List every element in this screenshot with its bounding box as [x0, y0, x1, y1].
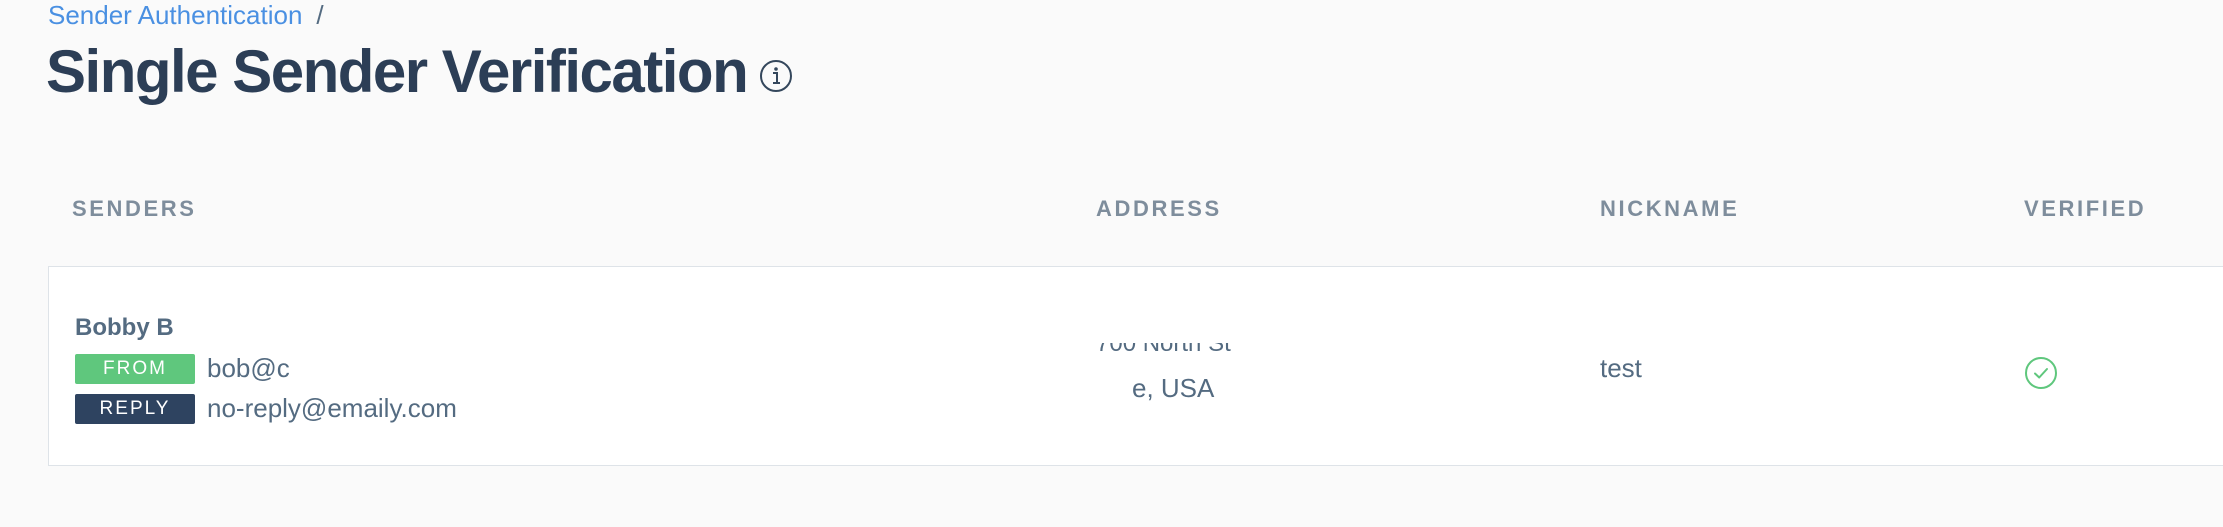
column-header-verified: VERIFIED [2024, 196, 2147, 221]
from-email-row: FROM bob@c [75, 353, 290, 384]
reply-badge: REPLY [75, 393, 195, 424]
column-header-nickname: NICKNAME [1600, 196, 1740, 221]
info-icon[interactable] [759, 59, 793, 93]
table-row[interactable]: Bobby B FROM bob@c REPLY no-reply@emaily… [48, 266, 2223, 466]
reply-email-row: REPLY no-reply@emaily.com [75, 393, 457, 424]
address-line-2: e, USA [1132, 373, 1215, 403]
column-header-senders: SENDERS [72, 196, 197, 221]
sender-name: Bobby B [75, 314, 174, 341]
from-email: bob@c [207, 353, 290, 383]
page-header: Single Sender Verification [46, 36, 793, 108]
check-circle-icon [2024, 356, 2058, 390]
table-header: SENDERS ADDRESS NICKNAME VERIFIED [0, 196, 2223, 226]
breadcrumb-link-sender-authentication[interactable]: Sender Authentication [48, 0, 302, 30]
page-title: Single Sender Verification [46, 38, 749, 105]
breadcrumb: Sender Authentication / [48, 0, 324, 30]
column-header-address: ADDRESS [1096, 196, 1222, 221]
breadcrumb-separator: / [316, 0, 324, 30]
reply-email: no-reply@emaily.com [207, 393, 457, 423]
address-line-1: 700 North St [1096, 343, 1231, 357]
nickname: test [1600, 353, 1642, 383]
from-badge: FROM [75, 353, 195, 384]
